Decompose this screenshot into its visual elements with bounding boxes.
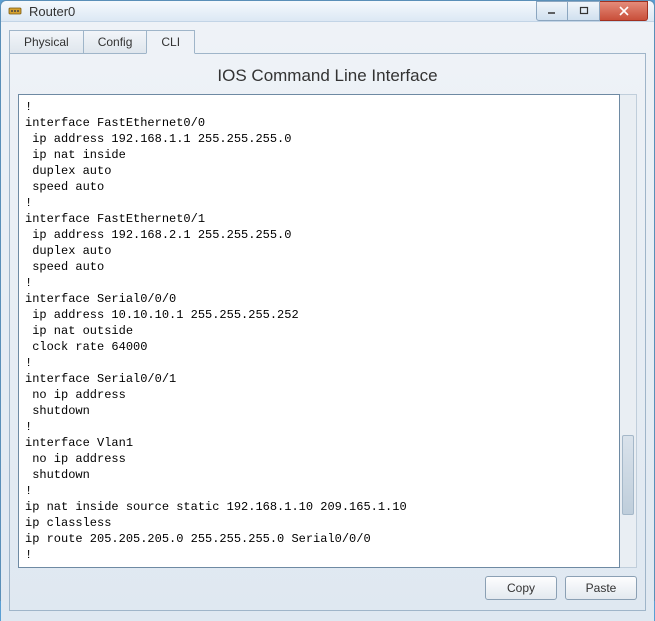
app-window: Router0 Physical Config CLI IOS Command … <box>0 0 655 601</box>
window-body: Physical Config CLI IOS Command Line Int… <box>1 22 654 621</box>
tab-config[interactable]: Config <box>83 30 148 53</box>
maximize-button[interactable] <box>568 1 600 21</box>
terminal-container: ! interface FastEthernet0/0 ip address 1… <box>18 94 637 568</box>
copy-button[interactable]: Copy <box>485 576 557 600</box>
window-controls <box>536 1 648 21</box>
panel-heading: IOS Command Line Interface <box>18 66 637 86</box>
scrollbar-thumb[interactable] <box>622 435 634 515</box>
app-icon <box>7 3 23 19</box>
window-title: Router0 <box>29 4 536 19</box>
close-button[interactable] <box>600 1 648 21</box>
cli-panel: IOS Command Line Interface ! interface F… <box>9 54 646 611</box>
tab-physical[interactable]: Physical <box>9 30 84 53</box>
scrollbar[interactable] <box>620 94 637 568</box>
button-row: Copy Paste <box>18 576 637 600</box>
titlebar[interactable]: Router0 <box>1 1 654 22</box>
paste-button[interactable]: Paste <box>565 576 637 600</box>
minimize-button[interactable] <box>536 1 568 21</box>
tab-bar: Physical Config CLI <box>9 28 646 54</box>
cli-output[interactable]: ! interface FastEthernet0/0 ip address 1… <box>18 94 620 568</box>
tab-cli[interactable]: CLI <box>146 30 195 54</box>
